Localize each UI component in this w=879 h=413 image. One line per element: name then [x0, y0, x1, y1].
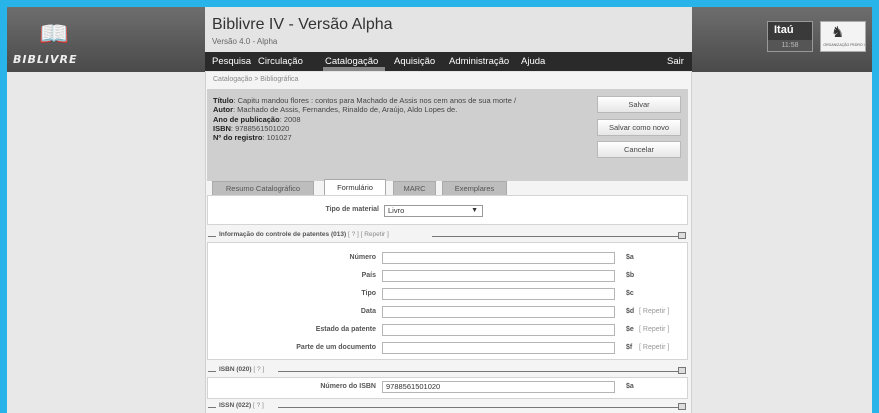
- section-rule-left: [208, 371, 216, 372]
- summary-isbn: ISBN: 9788561501020: [213, 124, 290, 133]
- patent-section-title: Informação do controle de patentes (013)…: [219, 231, 389, 238]
- section-rule-right: [278, 371, 678, 372]
- issn-section-title: ISSN (022) [ ? ]: [219, 402, 264, 409]
- book-icon: 📖: [39, 20, 69, 48]
- field-row-pais: País $b: [208, 270, 687, 283]
- subfield-code: $c: [626, 290, 634, 297]
- breadcrumb: Catalogação > Bibliográfica: [213, 76, 299, 83]
- material-select[interactable]: Livro ▼: [384, 205, 483, 217]
- field-row-data: Data $d [ Repetir ]: [208, 306, 687, 319]
- repeat-link[interactable]: [ Repetir ]: [361, 231, 389, 238]
- sponsor-badge: Itaú 11:58: [767, 21, 813, 52]
- subfield-code: $e: [626, 326, 634, 333]
- logo-text: BIBLIVRE: [13, 53, 78, 66]
- help-link[interactable]: [ ? ]: [253, 402, 264, 409]
- material-label: Tipo de material: [325, 206, 379, 213]
- menu-catalogacao[interactable]: Catalogação: [325, 56, 378, 67]
- repeat-link[interactable]: [ Repetir ]: [639, 308, 669, 315]
- app-frame: 📖 BIBLIVRE Biblivre IV - Versão Alpha Ve…: [7, 7, 872, 413]
- field-label: Data: [360, 308, 376, 315]
- seal-caption: ORGANIZAÇÃO PEDRO I: [823, 43, 865, 47]
- title-box: Biblivre IV - Versão Alpha Versão 4.0 - …: [205, 7, 692, 72]
- isbn-section-header: ISBN (020) [ ? ]: [206, 366, 693, 376]
- field-label: Estado da patente: [315, 326, 376, 333]
- header: 📖 BIBLIVRE Biblivre IV - Versão Alpha Ve…: [7, 7, 872, 72]
- parte-input[interactable]: [382, 342, 615, 354]
- section-rule-right: [278, 407, 678, 408]
- summary-title: Título: Capitu mandou flores : contos pa…: [213, 96, 517, 105]
- isbn-field-label: Número do ISBN: [320, 383, 376, 390]
- patent-fields-panel: Número $a País $b Tipo $c Data $d [Repe…: [207, 242, 688, 360]
- main-menu: Pesquisa Circulação Catalogação Aquisiçã…: [205, 52, 692, 71]
- isbn-section-title: ISBN (020) [ ? ]: [219, 366, 265, 373]
- tipo-input[interactable]: [382, 288, 615, 300]
- summary-author: Autor: Machado de Assis, Fernandes, Rina…: [213, 105, 458, 114]
- section-rule-left: [208, 236, 216, 237]
- record-summary: Título: Capitu mandou flores : contos pa…: [207, 89, 688, 181]
- tab-marc[interactable]: MARC: [393, 181, 436, 196]
- biblivre-logo[interactable]: 📖 BIBLIVRE: [7, 7, 107, 72]
- numero-input[interactable]: [382, 252, 615, 264]
- summary-year: Ano de publicação: 2008: [213, 115, 301, 124]
- subfield-code: $b: [626, 272, 635, 279]
- tab-formulario[interactable]: Formulário: [324, 179, 386, 196]
- collapse-icon[interactable]: [678, 367, 686, 374]
- menu-ajuda[interactable]: Ajuda: [521, 56, 545, 67]
- field-label: Número: [349, 254, 376, 261]
- subfield-code: $a: [626, 383, 634, 390]
- field-label: Tipo: [361, 290, 376, 297]
- cancel-button[interactable]: Cancelar: [597, 141, 681, 158]
- save-as-new-button[interactable]: Salvar como novo: [597, 119, 681, 136]
- section-rule-left: [208, 407, 216, 408]
- material-value: Livro: [388, 206, 405, 215]
- menu-pesquisa[interactable]: Pesquisa: [212, 56, 251, 67]
- field-row-estado: Estado da patente $e [ Repetir ]: [208, 324, 687, 337]
- isbn-panel: Número do ISBN 9788561501020 $a: [207, 377, 688, 399]
- field-row-tipo: Tipo $c: [208, 288, 687, 301]
- repeat-link[interactable]: [ Repetir ]: [639, 344, 669, 351]
- save-button[interactable]: Salvar: [597, 96, 681, 113]
- data-input[interactable]: [382, 306, 615, 318]
- field-label: País: [361, 272, 376, 279]
- field-label: Parte de um documento: [296, 344, 376, 351]
- menu-circulacao[interactable]: Circulação: [258, 56, 303, 67]
- main-content: Catalogação > Bibliográfica Título: Capi…: [205, 72, 692, 413]
- subfield-code: $a: [626, 254, 634, 261]
- app-title: Biblivre IV - Versão Alpha: [212, 16, 393, 33]
- field-row-parte: Parte de um documento $f [ Repetir ]: [208, 342, 687, 355]
- tab-bar: Resumo Catalográfico Formulário MARC Exe…: [206, 177, 693, 196]
- menu-aquisicao[interactable]: Aquisição: [394, 56, 435, 67]
- patent-section-header: Informação do controle de patentes (013)…: [206, 231, 693, 241]
- tab-resumo-catalografico[interactable]: Resumo Catalográfico: [212, 181, 314, 196]
- app-version: Versão 4.0 - Alpha: [212, 37, 278, 46]
- chevron-down-icon: ▼: [471, 207, 478, 214]
- organization-seal: ♞ ORGANIZAÇÃO PEDRO I: [820, 21, 866, 52]
- subfield-code: $f: [626, 344, 633, 351]
- sponsor-name: Itaú: [774, 24, 794, 36]
- summary-record-number: Nº do registro: 101027: [213, 133, 292, 142]
- horseman-icon: ♞: [831, 23, 845, 41]
- subfield-code: $d: [626, 308, 635, 315]
- pais-input[interactable]: [382, 270, 615, 282]
- tab-exemplares[interactable]: Exemplares: [442, 181, 507, 196]
- collapse-icon[interactable]: [678, 403, 686, 410]
- estado-input[interactable]: [382, 324, 615, 336]
- field-row-numero: Número $a: [208, 252, 687, 265]
- help-link[interactable]: [ ? ]: [348, 231, 359, 238]
- material-panel: Tipo de material Livro ▼: [207, 195, 688, 225]
- collapse-icon[interactable]: [678, 232, 686, 239]
- section-rule-right: [432, 236, 678, 237]
- active-menu-indicator: [323, 67, 385, 71]
- menu-administracao[interactable]: Administração: [449, 56, 509, 67]
- logout-link[interactable]: Sair: [667, 56, 684, 67]
- repeat-link[interactable]: [ Repetir ]: [639, 326, 669, 333]
- isbn-input[interactable]: 9788561501020: [382, 381, 615, 393]
- clock: 11:58: [768, 40, 812, 51]
- help-link[interactable]: [ ? ]: [253, 366, 264, 373]
- issn-section-header: ISSN (022) [ ? ]: [206, 402, 693, 412]
